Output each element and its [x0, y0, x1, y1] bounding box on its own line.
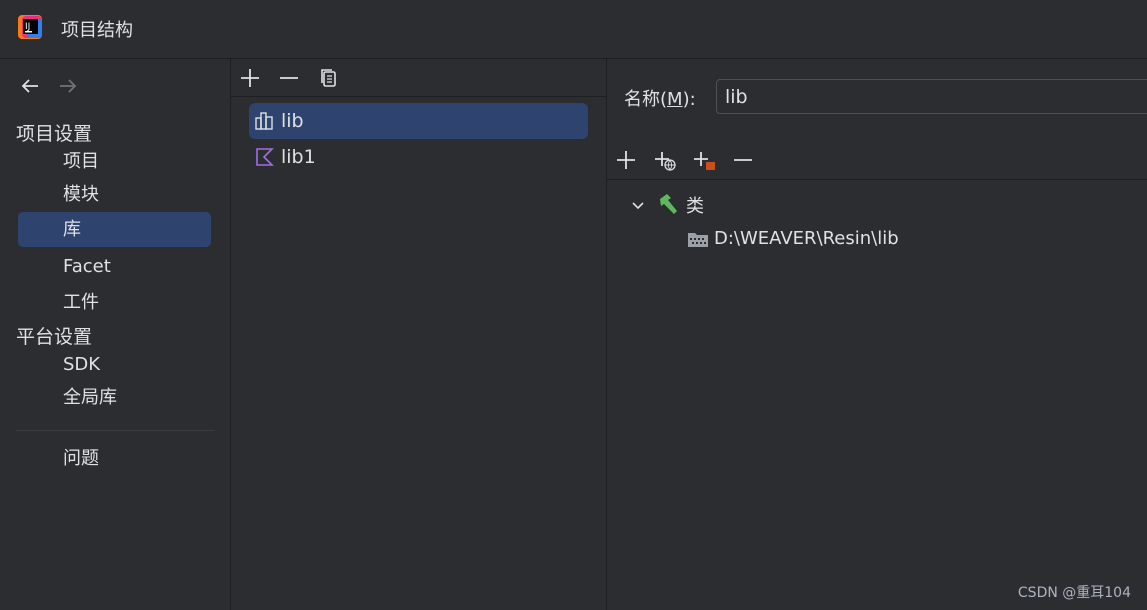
intellij-logo-icon: IJ: [18, 15, 42, 39]
library-roots-toolbar: [607, 144, 1147, 180]
jar-directory-icon: [688, 233, 708, 247]
sidebar-item-facets[interactable]: Facet: [18, 249, 211, 284]
sidebar-item-global-libraries[interactable]: 全局库: [18, 380, 211, 415]
sidebar-item-modules[interactable]: 模块: [18, 177, 211, 212]
sidebar-item-libraries[interactable]: 库: [18, 212, 211, 247]
chevron-down-icon[interactable]: [631, 198, 645, 212]
remove-icon[interactable]: [732, 149, 754, 171]
forward-arrow-icon[interactable]: [57, 75, 79, 97]
svg-text:IJ: IJ: [25, 22, 30, 32]
sidebar-divider: [16, 430, 215, 431]
add-icon[interactable]: [239, 67, 261, 89]
window-title: 项目结构: [61, 20, 133, 41]
platform-settings-heading: 平台设置: [16, 326, 93, 348]
hammer-icon: [660, 194, 677, 214]
sidebar-item-problems[interactable]: 问题: [18, 441, 211, 476]
kotlin-library-icon: [256, 148, 274, 166]
sidebar-item-project[interactable]: 项目: [18, 144, 211, 179]
list-item-label: lib: [281, 110, 304, 132]
add-url-icon[interactable]: [654, 149, 676, 171]
sidebar-item-sdks[interactable]: SDK: [18, 347, 211, 382]
watermark: CSDN @重耳104: [1017, 585, 1131, 601]
back-arrow-icon[interactable]: [19, 75, 41, 97]
sidebar-item-artifacts[interactable]: 工件: [18, 285, 211, 320]
tree-node-label: D:\WEAVER\Resin\lib: [714, 228, 899, 249]
tree-node-label: 类: [686, 196, 704, 217]
list-item[interactable]: lib1: [249, 139, 588, 175]
library-list-panel: lib lib1: [231, 59, 607, 610]
copy-icon[interactable]: [318, 67, 340, 89]
add-jar-icon[interactable]: [693, 149, 715, 171]
settings-sidebar: 项目设置 项目 模块 库 Facet 工件 平台设置 SDK 全局库 问题: [0, 59, 231, 610]
library-icon: [255, 112, 273, 130]
name-field[interactable]: [716, 79, 1147, 114]
title-bar: IJ 项目结构: [0, 0, 1147, 59]
add-icon[interactable]: [615, 149, 637, 171]
list-item-label: lib1: [281, 146, 316, 168]
project-settings-heading: 项目设置: [16, 123, 93, 145]
library-details-panel: 名称(M): 类 D:\WEAVER: [607, 59, 1147, 610]
remove-icon[interactable]: [278, 67, 300, 89]
name-label: 名称(M):: [624, 89, 696, 110]
library-list-toolbar: [231, 59, 606, 97]
list-item[interactable]: lib: [249, 103, 588, 139]
